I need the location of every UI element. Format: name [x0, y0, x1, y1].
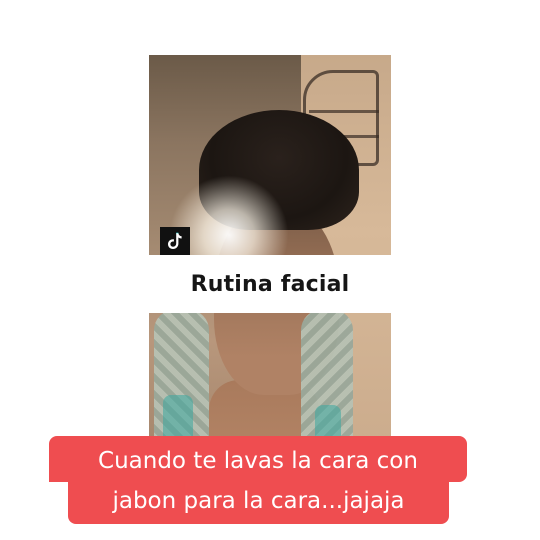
video-title: Rutina facial: [190, 271, 350, 297]
caption-line-1: Cuando te lavas la cara con: [49, 436, 467, 482]
shelf-bar: [309, 110, 379, 113]
tiktok-logo-icon: [168, 232, 182, 249]
tiktok-badge: [160, 227, 190, 255]
video-screen: Rutina facial Cuando te lavas la cara co…: [0, 0, 540, 540]
caption-line-2: jabon para la cara...jajaja: [68, 482, 449, 524]
title-card: Rutina facial: [149, 255, 391, 313]
